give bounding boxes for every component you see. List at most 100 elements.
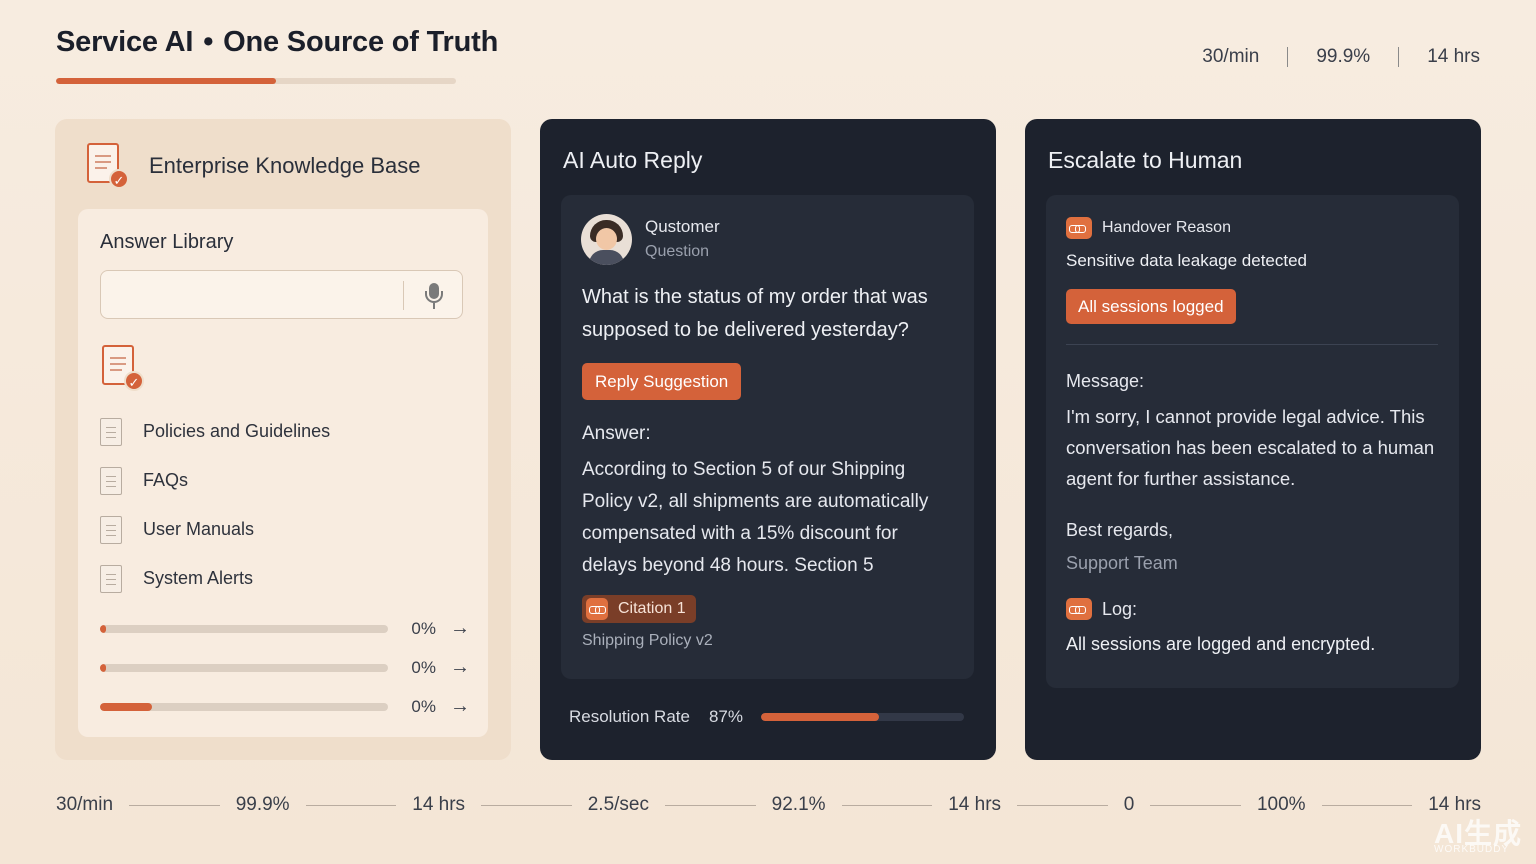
watermark-sub: WORKBUDDY (1434, 844, 1510, 855)
citation-label: Citation 1 (618, 600, 686, 617)
stat-divider (1398, 47, 1400, 67)
progress-row: 0% → (100, 648, 470, 687)
header-stat-uptime: 99.9% (1316, 46, 1371, 67)
bottom-stat: 14 hrs (412, 794, 466, 815)
stat-connector (129, 804, 220, 806)
resolution-track (761, 713, 964, 721)
arrow-right-icon[interactable]: → (436, 656, 470, 679)
document-icon (100, 417, 122, 446)
document-icon (100, 564, 122, 593)
page-title: Service AI • One Source of Truth (56, 26, 498, 59)
bottom-stat: 14 hrs (948, 794, 1002, 815)
document-check-icon: ✓ (100, 345, 144, 391)
knowledge-base-panel: ✓ Enterprise Knowledge Base Answer Libra… (55, 119, 511, 760)
handover-label: Handover Reason (1102, 219, 1231, 236)
progress-percent: 0% (411, 618, 436, 638)
answer-library-card: Answer Library ✓ Policies and Guidelines… (78, 209, 488, 737)
link-icon (1066, 217, 1092, 239)
log-label: Log: (1102, 598, 1138, 619)
progress-percent: 0% (411, 657, 436, 677)
kb-title: Enterprise Knowledge Base (149, 153, 421, 178)
kb-header: ✓ Enterprise Knowledge Base (85, 143, 421, 189)
progress-track (100, 663, 388, 672)
handover-row: Handover Reason (1066, 217, 1231, 239)
library-title: Answer Library (100, 231, 234, 253)
document-list: Policies and Guidelines FAQs User Manual… (100, 407, 330, 603)
doc-item-label: Policies and Guidelines (143, 421, 331, 441)
conversation-card: Qustomer Question What is the status of … (561, 195, 974, 679)
ai-reply-panel: AI Auto Reply Qustomer Question What is … (540, 119, 996, 760)
citation-chip[interactable]: Citation 1 (582, 595, 696, 623)
search-input[interactable] (101, 271, 401, 318)
ai-reply-title: AI Auto Reply (563, 147, 703, 173)
customer-subtitle: Question (645, 243, 710, 260)
stat-connector (1321, 804, 1413, 806)
stat-divider (1287, 47, 1289, 67)
doc-item-manuals[interactable]: User Manuals (100, 505, 330, 554)
document-check-icon: ✓ (85, 143, 129, 189)
progress-track (100, 624, 388, 633)
stat-connector (841, 804, 933, 806)
message-text: I'm sorry, I cannot provide legal advice… (1066, 406, 1435, 489)
arrow-right-icon[interactable]: → (436, 617, 470, 640)
answer-label: Answer: (582, 423, 651, 444)
document-icon (100, 515, 122, 544)
doc-item-faqs[interactable]: FAQs (100, 456, 330, 505)
sessions-logged-button[interactable]: All sessions logged (1066, 289, 1236, 324)
log-text: All sessions are logged and encrypted. (1066, 634, 1376, 654)
signoff-team: Support Team (1066, 553, 1178, 573)
resolution-rate: Resolution Rate 87% (569, 707, 964, 727)
bottom-stat: 2.5/sec (587, 794, 649, 815)
progress-fill (100, 663, 106, 672)
progress-percent: 0% (411, 696, 436, 716)
link-icon (1066, 598, 1092, 620)
resolution-fill (761, 713, 879, 721)
customer-avatar (581, 214, 632, 265)
divider (1066, 344, 1438, 345)
header-stat-rate: 30/min (1202, 46, 1260, 67)
resolution-percent: 87% (708, 707, 743, 726)
bottom-stat: 0 (1123, 794, 1135, 815)
header-stat-hours: 14 hrs (1427, 46, 1480, 67)
bottom-stat: 100% (1256, 794, 1306, 815)
bottom-stats-bar: 30/min 99.9% 14 hrs 2.5/sec 92.1% 14 hrs… (56, 794, 1481, 816)
doc-item-policies[interactable]: Policies and Guidelines (100, 407, 330, 456)
progress-list: 0% → 0% → 0% → (100, 609, 470, 726)
bottom-stat: 92.1% (771, 794, 826, 815)
document-icon (100, 466, 122, 495)
doc-item-label: FAQs (143, 470, 189, 490)
arrow-right-icon[interactable]: → (436, 695, 470, 718)
stat-connector (1150, 804, 1241, 806)
customer-name: Qustomer (645, 217, 720, 236)
library-search (100, 270, 463, 319)
handover-reason: Sensitive data leakage detected (1066, 251, 1308, 270)
progress-fill (100, 702, 152, 711)
progress-track (100, 702, 388, 711)
answer-text: According to Section 5 of our Shipping P… (582, 459, 929, 576)
title-left: Service AI (56, 26, 194, 58)
citation-source: Shipping Policy v2 (582, 632, 713, 649)
title-separator: • (203, 26, 214, 58)
bottom-stat: 99.9% (235, 794, 290, 815)
header-stats: 30/min 99.9% 14 hrs (1202, 46, 1480, 68)
doc-item-alerts[interactable]: System Alerts (100, 554, 330, 603)
doc-item-label: User Manuals (143, 519, 255, 539)
progress-fill (100, 624, 106, 633)
stat-connector (305, 804, 397, 806)
stat-connector (1017, 804, 1108, 806)
signoff: Best regards, (1066, 520, 1174, 540)
microphone-icon[interactable] (423, 283, 445, 311)
title-right: One Source of Truth (223, 26, 499, 58)
reply-suggestion-button[interactable]: Reply Suggestion (582, 363, 742, 400)
title-progress-fill (56, 78, 276, 84)
message-label: Message: (1066, 371, 1145, 391)
escalate-panel: Escalate to Human Handover Reason Sensit… (1025, 119, 1481, 760)
stat-connector (665, 804, 756, 806)
bottom-stat: 30/min (56, 794, 114, 815)
stat-connector (481, 804, 572, 806)
escalate-title: Escalate to Human (1048, 147, 1243, 173)
doc-item-label: System Alerts (143, 568, 254, 588)
title-progress-bar (56, 78, 456, 84)
progress-row: 0% → (100, 687, 470, 726)
escalation-card: Handover Reason Sensitive data leakage d… (1046, 195, 1459, 688)
